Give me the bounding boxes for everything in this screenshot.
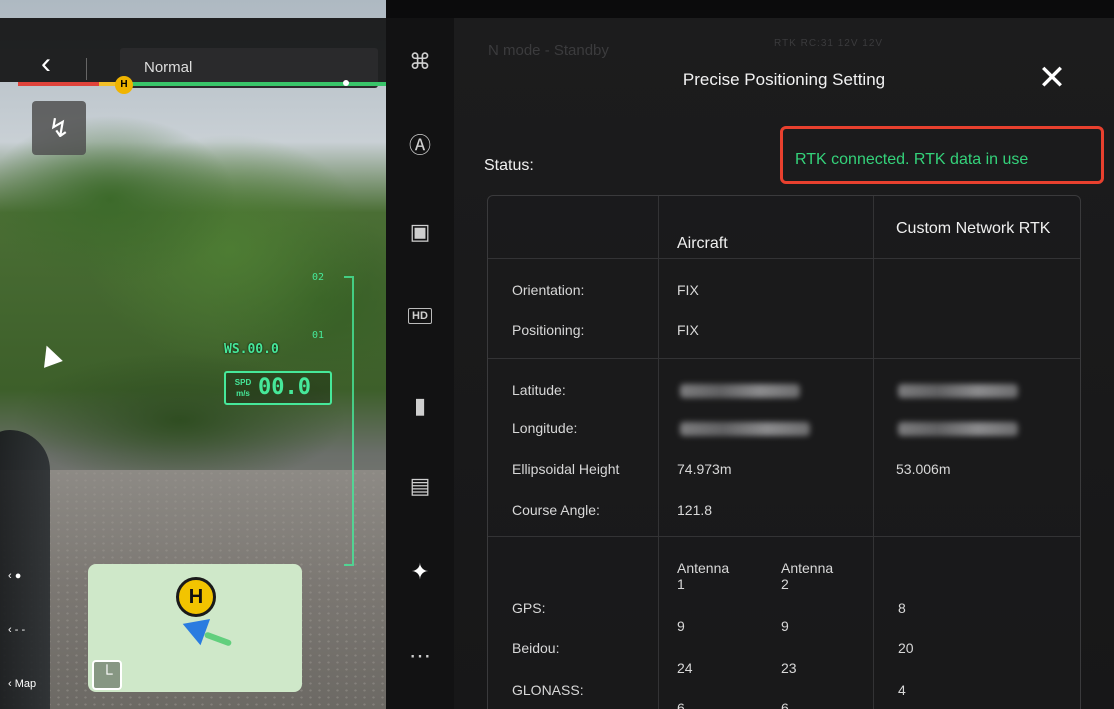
hd-icon[interactable]: HD [398,294,442,338]
map-label: Map [14,678,37,690]
rtk-satellite-icon[interactable]: ✦ [398,550,442,594]
altitude-scale [344,276,354,566]
row-divider [488,358,1080,359]
home-point-marker: H [115,76,133,94]
row-divider [488,258,1080,259]
glonass-antenna1-value: 6 [677,700,685,709]
map-button[interactable]: ‹ Map [8,678,36,690]
glonass-antenna2-value: 6 [781,700,789,709]
flight-progress-bar [18,80,386,86]
obstacle-icon[interactable]: Ⓐ [398,124,442,168]
battery-icon[interactable]: ▮ [398,384,442,428]
route-button[interactable]: ↯ [32,101,86,155]
orientation-aircraft-value: FIX [677,282,699,298]
glonass-label: GLONASS: [512,682,584,698]
positioning-table: Aircraft Custom Network RTK Orientation:… [487,195,1081,709]
header-custom-network-rtk: Custom Network RTK [896,220,1051,237]
orientation-label: Orientation: [512,282,585,298]
side-control-2[interactable]: ‹ - - [8,624,25,636]
glonass-network-value: 4 [898,682,906,698]
row-divider [488,536,1080,537]
latitude-network-blurred [898,384,1018,398]
longitude-aircraft-blurred [680,422,810,436]
close-button[interactable]: ✕ [1032,58,1072,98]
back-icon: ‹ [41,47,51,80]
divider [86,58,87,80]
close-icon: ✕ [1037,59,1067,97]
course-angle-label: Course Angle: [512,502,600,518]
antenna-1-header: Antenna 1 [677,560,730,592]
precise-positioning-panel: N mode - Standby RTK RC:31 12V 12V Preci… [454,18,1114,709]
background-signal-status: RTK RC:31 12V 12V [774,38,884,49]
latitude-aircraft-blurred [680,384,800,398]
map-toggle-icon: └ [101,666,113,683]
camera-icon[interactable]: ▤ [398,464,442,508]
column-divider [658,196,659,709]
latitude-label: Latitude: [512,382,566,398]
longitude-label: Longitude: [512,420,578,436]
header-aircraft: Aircraft [677,235,728,252]
beidou-antenna2-value: 23 [781,660,797,676]
remote-controller-icon[interactable]: ▣ [398,210,442,254]
wind-speed-label: WS.00.0 [224,342,279,357]
beidou-antenna1-value: 24 [677,660,693,676]
gps-network-value: 8 [898,600,906,616]
altitude-mark-top: 02 [312,272,325,283]
positioning-aircraft-value: FIX [677,322,699,338]
beidou-network-value: 20 [898,640,914,656]
flight-trail [203,631,233,647]
gps-antenna1-value: 9 [677,618,685,634]
hd-label: HD [408,308,432,324]
positioning-label: Positioning: [512,322,585,338]
settings-icon-column: ⌘ Ⓐ ▣ HD ▮ ▤ ✦ ⋯ [386,18,454,709]
rtk-status-text: RTK connected. RTK data in use [795,151,1029,168]
aircraft-icon[interactable]: ⌘ [398,40,442,84]
speed-value: 00.0 [258,375,311,400]
speed-unit-bottom: m/s [236,389,250,398]
gps-label: GPS: [512,600,546,616]
antenna-2-header: Antenna 2 [781,560,834,592]
speed-unit: SPD m/s [232,377,254,399]
side-control-1[interactable]: ‹ ● [8,570,21,582]
map-toggle-button[interactable]: └ [92,660,122,690]
ellipsoidal-height-label: Ellipsoidal Height [512,461,620,477]
aircraft-arrow-icon [37,342,63,368]
ellipsoidal-height-network: 53.006m [896,461,951,477]
background-mode-status: N mode - Standby [488,42,609,59]
ellipsoidal-height-aircraft: 74.973m [677,461,732,477]
column-divider [873,196,874,709]
progress-dot [343,80,349,86]
altitude-mark-mid: 01 [312,330,325,341]
camera-view: ‹ Normal H ↯ WS.00.0 SPD m/s 00.0 02 01 … [0,0,386,709]
status-label: Status: [484,157,534,174]
speed-indicator: SPD m/s 00.0 [224,371,332,405]
course-angle-aircraft: 121.8 [677,502,713,518]
more-icon[interactable]: ⋯ [398,634,442,678]
camera-topbar: ‹ Normal [0,18,386,88]
route-icon: ↯ [48,113,70,143]
page-title: Precise Positioning Setting [682,70,886,89]
speed-unit-top: SPD [234,378,252,387]
beidou-label: Beidou: [512,640,560,656]
gps-antenna2-value: 9 [781,618,789,634]
longitude-network-blurred [898,422,1018,436]
home-pin-icon: H [176,577,216,617]
